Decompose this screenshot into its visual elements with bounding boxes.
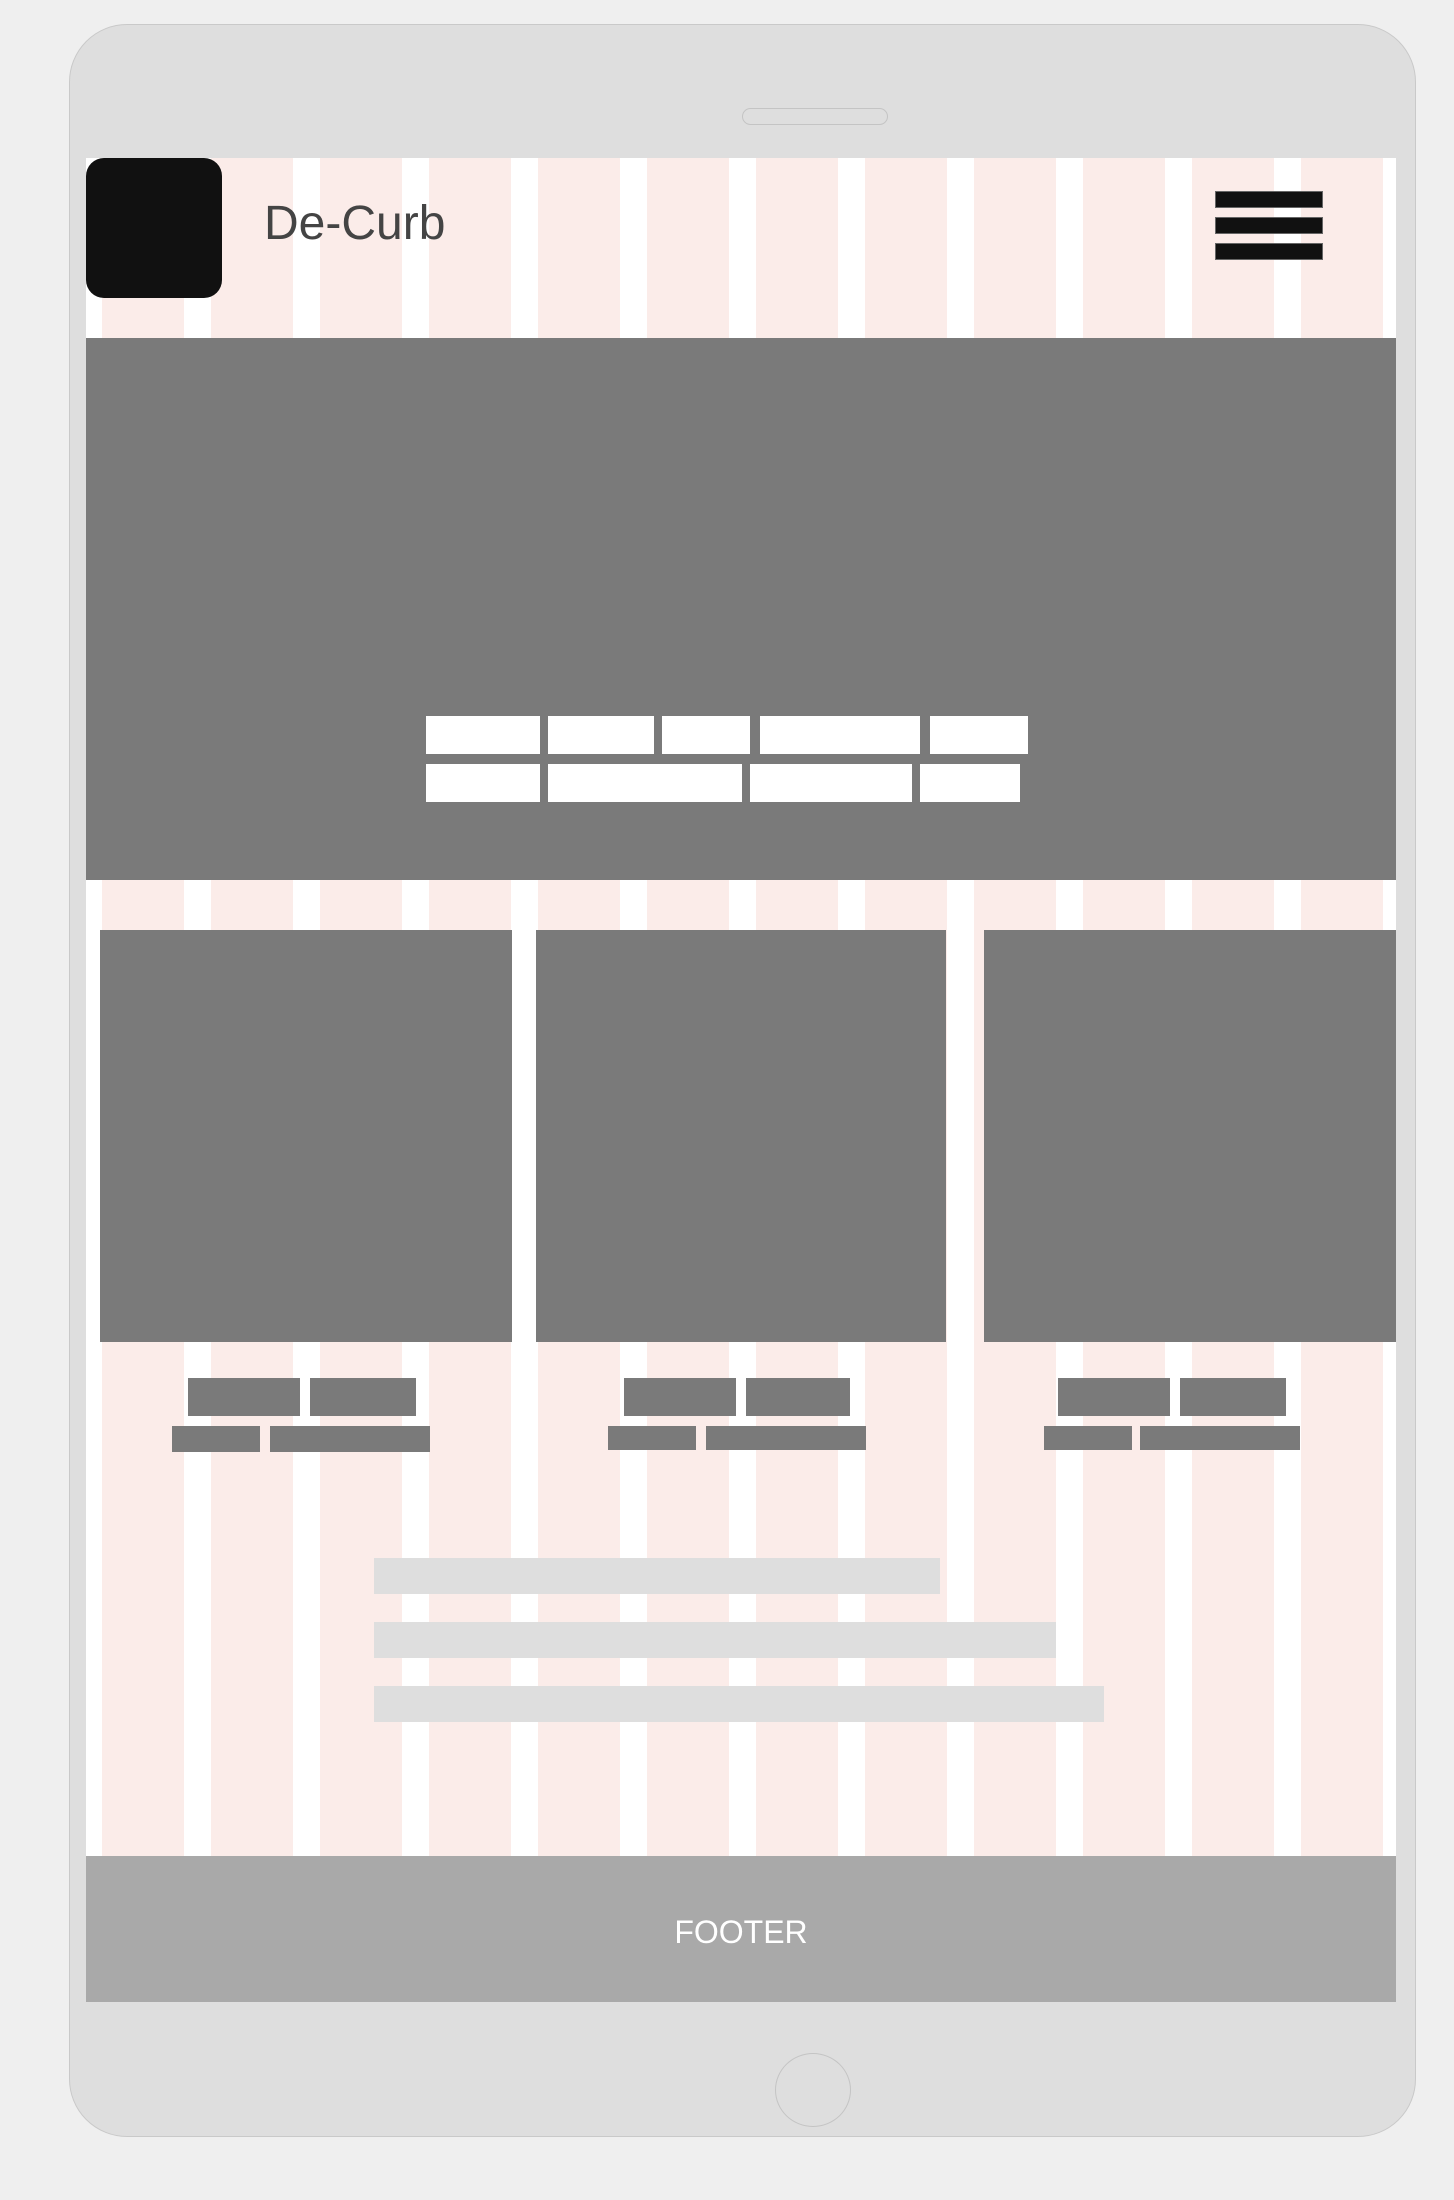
card-image-2[interactable] <box>536 930 946 1342</box>
hamburger-menu-button[interactable] <box>1215 191 1325 263</box>
footer-label: FOOTER <box>674 1914 808 1950</box>
screen: De-Curb FOOTER <box>86 158 1396 2002</box>
device-home-button[interactable] <box>775 2053 851 2127</box>
logo[interactable] <box>86 158 222 298</box>
card-image-3[interactable] <box>984 930 1396 1342</box>
text-line-placeholder <box>374 1558 940 1594</box>
device-speaker <box>742 108 888 125</box>
hero-banner <box>86 338 1396 880</box>
site-header: De-Curb <box>86 158 1396 338</box>
card-image-1[interactable] <box>100 930 512 1342</box>
text-line-placeholder <box>374 1622 1056 1658</box>
site-footer: FOOTER <box>86 1856 1396 2002</box>
brand-name[interactable]: De-Curb <box>264 200 445 248</box>
text-line-placeholder <box>374 1686 1104 1722</box>
